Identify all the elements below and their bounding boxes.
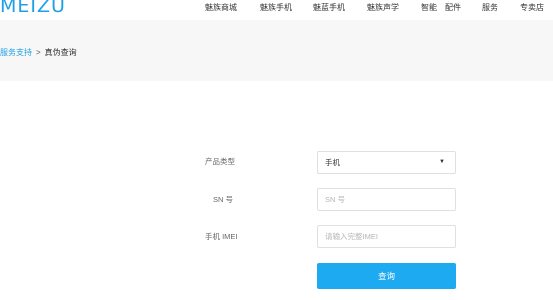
query-button[interactable]: 查询 <box>317 263 456 289</box>
product-type-value: 手机 <box>325 158 340 167</box>
nav-item-acoustics[interactable]: 魅族声学 <box>367 3 399 13</box>
nav-item-store[interactable]: 魅族商城 <box>205 3 237 13</box>
breadcrumb-current: 真伪查询 <box>44 48 77 57</box>
breadcrumb: 服务支持 > 真伪查询 <box>0 48 77 58</box>
sn-label: SN 号 <box>213 195 234 204</box>
product-type-select[interactable]: 手机 ▼ <box>317 151 456 174</box>
product-type-label: 产品类型 <box>205 157 235 166</box>
breadcrumb-bar <box>0 20 553 81</box>
nav-item-stores[interactable]: 专卖店 <box>520 3 544 13</box>
breadcrumb-link-support[interactable]: 服务支持 <box>0 48 32 57</box>
imei-input[interactable]: 请输入完整IMEI <box>317 225 456 248</box>
nav-item-meilan-phones[interactable]: 魅蓝手机 <box>313 3 345 13</box>
main-nav: 魅族商城 魅族手机 魅蓝手机 魅族声学 智能 配件 服务 专卖店 <box>0 3 553 17</box>
top-header: MEIZU 魅族商城 魅族手机 魅蓝手机 魅族声学 智能 配件 服务 专卖店 <box>0 0 553 20</box>
dropdown-caret-icon: ▼ <box>439 159 445 165</box>
nav-item-accessories[interactable]: 配件 <box>445 3 461 13</box>
breadcrumb-separator: > <box>36 48 41 57</box>
sn-input[interactable]: SN 号 <box>317 188 456 211</box>
nav-item-smart[interactable]: 智能 <box>421 3 437 13</box>
nav-item-service[interactable]: 服务 <box>482 3 498 13</box>
nav-item-meizu-phones[interactable]: 魅族手机 <box>260 3 292 13</box>
imei-label: 手机 IMEI <box>205 232 238 241</box>
